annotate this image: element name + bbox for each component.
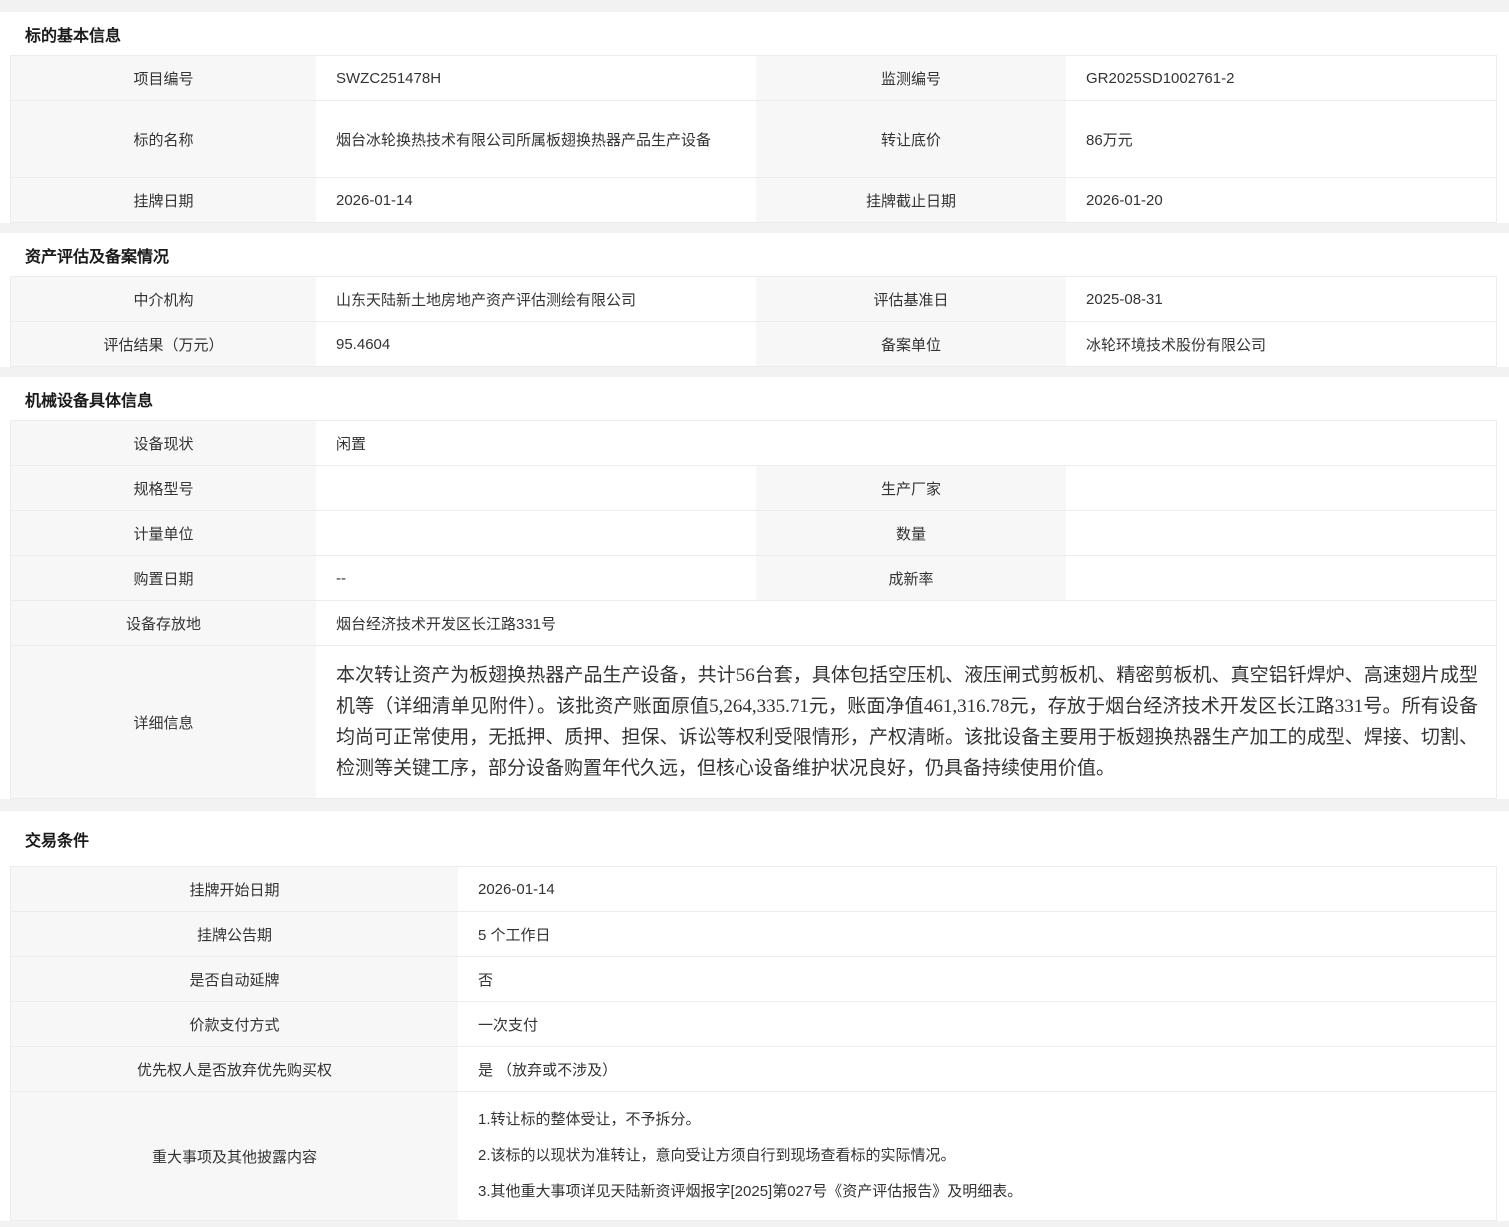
listing-date-value: 2026-01-14	[316, 178, 756, 222]
manufacturer-value	[1066, 466, 1496, 510]
table-row: 挂牌开始日期 2026-01-14	[11, 867, 1496, 912]
disclosure-label: 重大事项及其他披露内容	[11, 1092, 458, 1220]
trade-conditions-table: 挂牌开始日期 2026-01-14 挂牌公告期 5 个工作日 是否自动延牌 否 …	[10, 866, 1497, 1221]
disclosure-value: 1.转让标的整体受让，不予拆分。 2.该标的以现状为准转让，意向受让方须自行到现…	[458, 1092, 1496, 1220]
newness-rate-value	[1066, 556, 1496, 600]
model-label: 规格型号	[11, 466, 316, 510]
equipment-status-label: 设备现状	[11, 421, 316, 465]
disclosure-line: 3.其他重大事项详见天陆新资评烟报字[2025]第027号《资产评估报告》及明细…	[478, 1174, 1486, 1210]
quantity-value	[1066, 511, 1496, 555]
base-date-value: 2025-08-31	[1066, 277, 1496, 321]
section-trade-conditions: 交易条件 挂牌开始日期 2026-01-14 挂牌公告期 5 个工作日 是否自动…	[0, 811, 1509, 1221]
purchase-date-label: 购置日期	[11, 556, 316, 600]
section-separator	[0, 367, 1509, 377]
listing-end-label: 挂牌截止日期	[756, 178, 1066, 222]
table-row: 项目编号 SWZC251478H 监测编号 GR2025SD1002761-2	[11, 56, 1496, 101]
unit-label: 计量单位	[11, 511, 316, 555]
project-no-label: 项目编号	[11, 56, 316, 100]
section-separator	[0, 799, 1509, 811]
quantity-label: 数量	[756, 511, 1066, 555]
trade-conditions-title: 交易条件	[10, 811, 1497, 866]
storage-location-value: 烟台经济技术开发区长江路331号	[316, 601, 1496, 645]
table-row: 购置日期 -- 成新率	[11, 556, 1496, 601]
page-bottom-separator	[0, 1221, 1509, 1227]
machine-info-title: 机械设备具体信息	[10, 377, 1497, 420]
unit-value	[316, 511, 756, 555]
detail-info-label: 详细信息	[11, 646, 316, 798]
newness-rate-label: 成新率	[756, 556, 1066, 600]
base-date-label: 评估基准日	[756, 277, 1066, 321]
table-row: 价款支付方式 一次支付	[11, 1002, 1496, 1047]
section-separator	[0, 223, 1509, 233]
manufacturer-label: 生产厂家	[756, 466, 1066, 510]
appraisal-result-label: 评估结果（万元）	[11, 322, 316, 366]
table-row: 重大事项及其他披露内容 1.转让标的整体受让，不予拆分。 2.该标的以现状为准转…	[11, 1092, 1496, 1221]
payment-method-label: 价款支付方式	[11, 1002, 458, 1046]
auto-extend-value: 否	[458, 957, 1496, 1001]
disclosure-line: 2.该标的以现状为准转让，意向受让方须自行到现场查看标的实际情况。	[478, 1138, 1486, 1174]
section-basic-info: 标的基本信息 项目编号 SWZC251478H 监测编号 GR2025SD100…	[0, 12, 1509, 223]
table-row: 是否自动延牌 否	[11, 957, 1496, 1002]
priority-right-value: 是 （放弃或不涉及）	[458, 1047, 1496, 1091]
machine-info-table: 设备现状 闲置 规格型号 生产厂家 计量单位 数量 购置日期 -- 成新率 设备…	[10, 420, 1497, 799]
listing-end-value: 2026-01-20	[1066, 178, 1496, 222]
table-row: 计量单位 数量	[11, 511, 1496, 556]
basic-info-table: 项目编号 SWZC251478H 监测编号 GR2025SD1002761-2 …	[10, 55, 1497, 223]
table-row: 挂牌公告期 5 个工作日	[11, 912, 1496, 957]
table-row: 设备存放地 烟台经济技术开发区长江路331号	[11, 601, 1496, 646]
listing-date-label: 挂牌日期	[11, 178, 316, 222]
start-date-label: 挂牌开始日期	[11, 867, 458, 911]
detail-info-value: 本次转让资产为板翅换热器产品生产设备，共计56台套，具体包括空压机、液压闸式剪板…	[316, 646, 1496, 798]
floor-price-value: 86万元	[1066, 101, 1496, 177]
table-row: 规格型号 生产厂家	[11, 466, 1496, 511]
table-row: 设备现状 闲置	[11, 421, 1496, 466]
project-no-value: SWZC251478H	[316, 56, 756, 100]
start-date-value: 2026-01-14	[458, 867, 1496, 911]
table-row: 标的名称 烟台冰轮换热技术有限公司所属板翅换热器产品生产设备 转让底价 86万元	[11, 101, 1496, 178]
disclosure-line: 1.转让标的整体受让，不予拆分。	[478, 1102, 1486, 1138]
target-name-label: 标的名称	[11, 101, 316, 177]
table-row: 挂牌日期 2026-01-14 挂牌截止日期 2026-01-20	[11, 178, 1496, 223]
agency-value: 山东天陆新土地房地产资产评估测绘有限公司	[316, 277, 756, 321]
purchase-date-value: --	[316, 556, 756, 600]
section-appraisal: 资产评估及备案情况 中介机构 山东天陆新土地房地产资产评估测绘有限公司 评估基准…	[0, 233, 1509, 367]
storage-location-label: 设备存放地	[11, 601, 316, 645]
section-machine-info: 机械设备具体信息 设备现状 闲置 规格型号 生产厂家 计量单位 数量 购置日期 …	[0, 377, 1509, 799]
monitor-no-value: GR2025SD1002761-2	[1066, 56, 1496, 100]
table-row: 评估结果（万元） 95.4604 备案单位 冰轮环境技术股份有限公司	[11, 322, 1496, 367]
payment-method-value: 一次支付	[458, 1002, 1496, 1046]
appraisal-table: 中介机构 山东天陆新土地房地产资产评估测绘有限公司 评估基准日 2025-08-…	[10, 276, 1497, 367]
table-row: 优先权人是否放弃优先购买权 是 （放弃或不涉及）	[11, 1047, 1496, 1092]
equipment-status-value: 闲置	[316, 421, 1496, 465]
target-name-value: 烟台冰轮换热技术有限公司所属板翅换热器产品生产设备	[316, 101, 756, 177]
filing-unit-label: 备案单位	[756, 322, 1066, 366]
appraisal-title: 资产评估及备案情况	[10, 233, 1497, 276]
agency-label: 中介机构	[11, 277, 316, 321]
monitor-no-label: 监测编号	[756, 56, 1066, 100]
auto-extend-label: 是否自动延牌	[11, 957, 458, 1001]
page-top-separator	[0, 0, 1509, 12]
table-row: 详细信息 本次转让资产为板翅换热器产品生产设备，共计56台套，具体包括空压机、液…	[11, 646, 1496, 799]
floor-price-label: 转让底价	[756, 101, 1066, 177]
model-value	[316, 466, 756, 510]
notice-period-value: 5 个工作日	[458, 912, 1496, 956]
notice-period-label: 挂牌公告期	[11, 912, 458, 956]
appraisal-result-value: 95.4604	[316, 322, 756, 366]
filing-unit-value: 冰轮环境技术股份有限公司	[1066, 322, 1496, 366]
priority-right-label: 优先权人是否放弃优先购买权	[11, 1047, 458, 1091]
table-row: 中介机构 山东天陆新土地房地产资产评估测绘有限公司 评估基准日 2025-08-…	[11, 277, 1496, 322]
basic-info-title: 标的基本信息	[10, 12, 1497, 55]
